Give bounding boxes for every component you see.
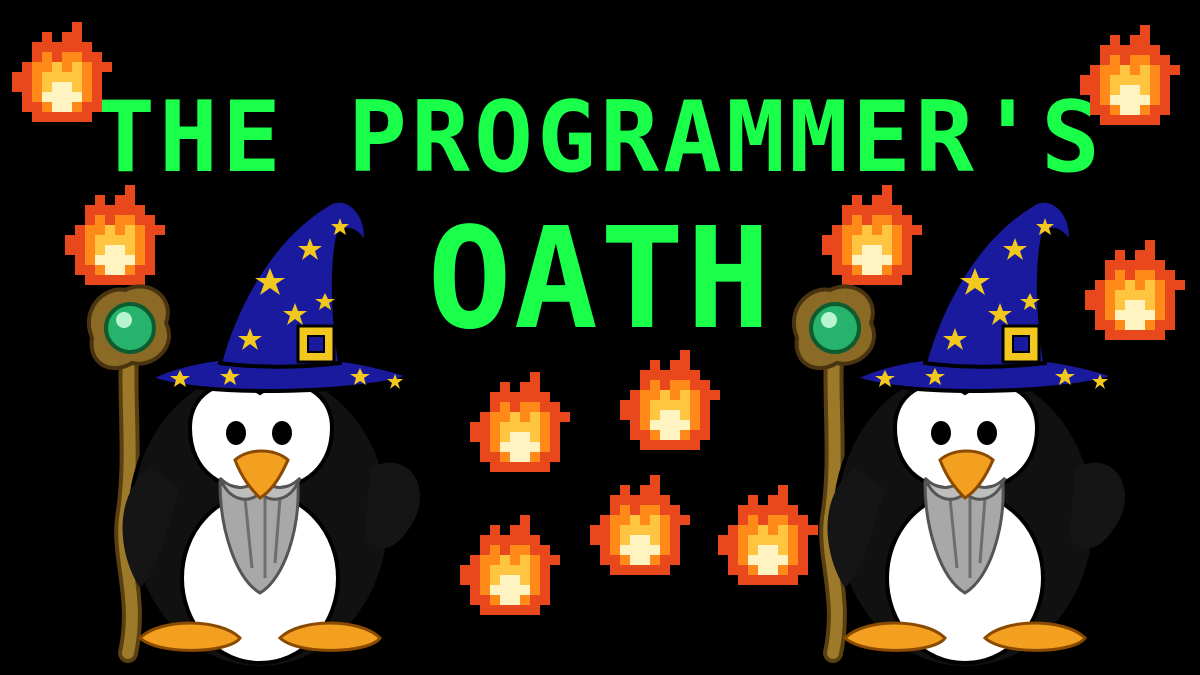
wizard-penguin-icon	[775, 198, 1135, 668]
flame-icon	[590, 475, 690, 575]
flame-icon	[460, 515, 560, 615]
flame-icon	[620, 350, 720, 450]
wizard-penguin-icon	[70, 198, 430, 668]
flame-icon	[1080, 25, 1180, 125]
flame-icon	[12, 22, 112, 122]
flame-icon	[470, 372, 570, 472]
poster: THE PROGRAMMER'S OATH	[0, 0, 1200, 675]
title-line-1: THE PROGRAMMER'S	[95, 81, 1104, 195]
